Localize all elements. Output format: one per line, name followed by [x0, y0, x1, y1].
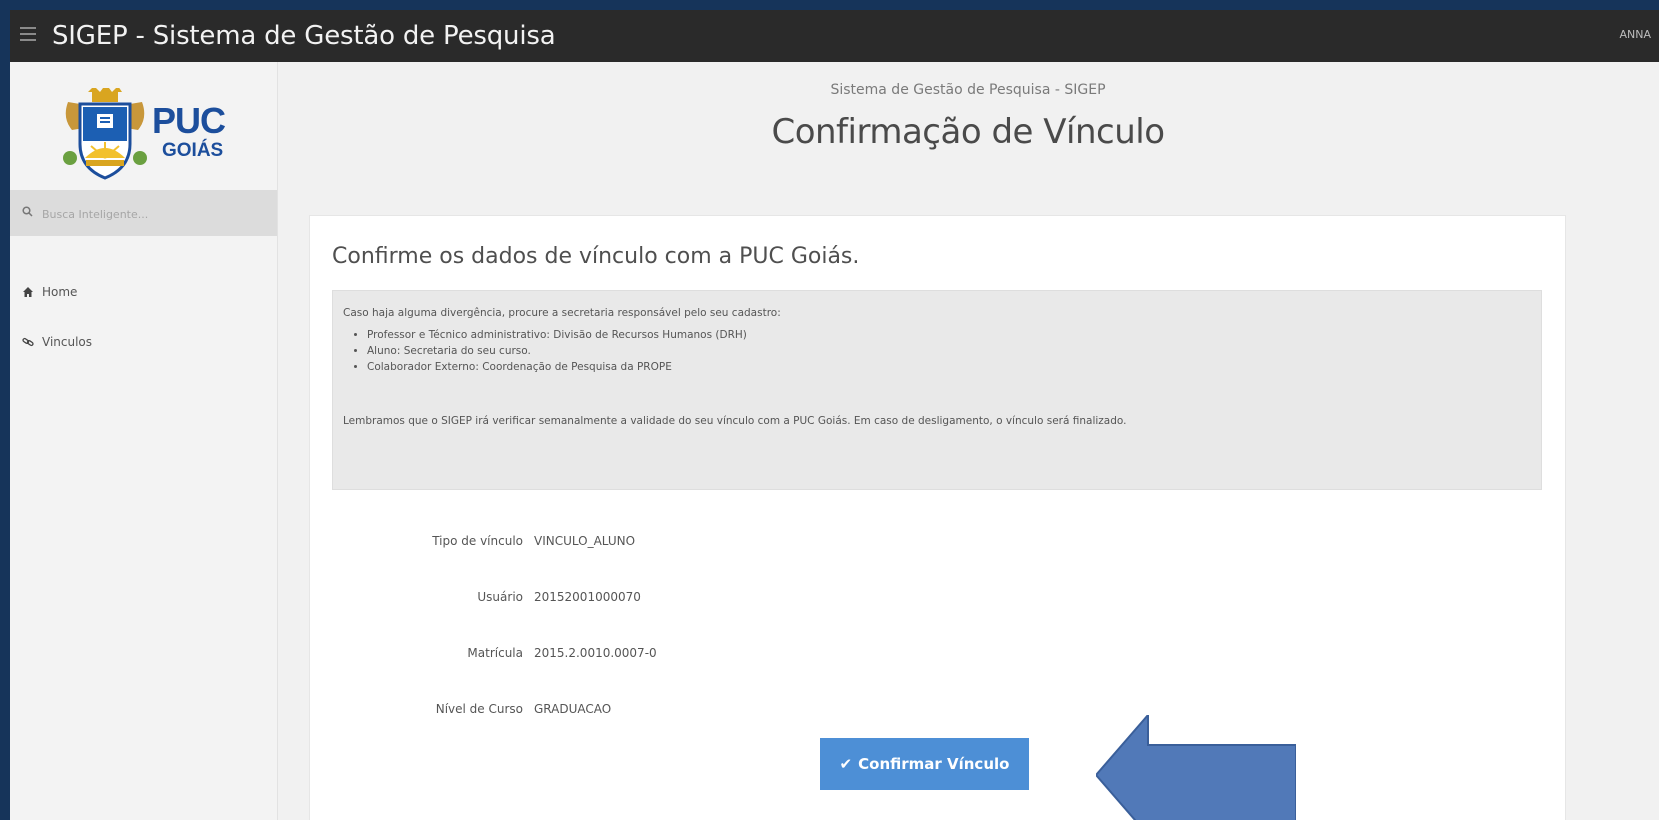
user-name[interactable]: ANNA: [1619, 28, 1651, 41]
panel-heading: Confirme os dados de vínculo com a PUC G…: [332, 244, 860, 269]
notice-intro: Caso haja alguma divergência, procure a …: [343, 307, 781, 319]
field-label: Usuário: [477, 590, 523, 604]
field-value: VINCULO_ALUNO: [534, 534, 636, 548]
confirm-link-button[interactable]: ✔ Confirmar Vínculo: [820, 738, 1029, 790]
app-window: SIGEP - Sistema de Gestão de Pesquisa AN…: [10, 10, 1659, 820]
list-item: Professor e Técnico administrativo: Divi…: [367, 327, 747, 343]
sidebar-item-label: Home: [42, 285, 78, 299]
hamburger-menu-icon[interactable]: [20, 27, 36, 41]
field-label: Matrícula: [467, 646, 523, 660]
list-item: Colaborador Externo: Coordenação de Pesq…: [367, 359, 747, 375]
list-item: Aluno: Secretaria do seu curso.: [367, 343, 747, 359]
top-navbar: SIGEP - Sistema de Gestão de Pesquisa AN…: [10, 10, 1659, 62]
smart-search: [10, 190, 277, 236]
crest-icon: [63, 88, 147, 180]
sidebar-item-label: Vinculos: [42, 335, 93, 349]
field-matricula: Matrícula 2015.2.0010.0007-0: [310, 644, 1110, 664]
logo-text-goias: GOIÁS: [162, 140, 224, 161]
notice-list: Professor e Técnico administrativo: Divi…: [349, 327, 747, 375]
field-tipo-vinculo: Tipo de vínculo VINCULO_ALUNO: [310, 532, 1110, 552]
field-nivel-curso: Nível de Curso GRADUACAO: [310, 700, 1110, 720]
field-value: 2015.2.0010.0007-0: [534, 646, 657, 660]
link-icon: [22, 337, 34, 347]
main-content: Sistema de Gestão de Pesquisa - SIGEP Co…: [277, 62, 1659, 820]
page-subtitle: Sistema de Gestão de Pesquisa - SIGEP: [830, 82, 1106, 98]
sidebar: PUC GOIÁS Home Vinculos: [10, 62, 278, 820]
field-usuario: Usuário 20152001000070: [310, 588, 1110, 608]
puc-goias-logo[interactable]: PUC GOIÁS: [58, 88, 238, 183]
field-label: Nível de Curso: [435, 702, 523, 716]
app-title: SIGEP - Sistema de Gestão de Pesquisa: [52, 21, 556, 51]
confirm-button-label: Confirmar Vínculo: [858, 755, 1010, 773]
home-icon: [23, 287, 33, 297]
check-icon: ✔: [839, 755, 853, 773]
search-icon: [22, 206, 33, 217]
field-label: Tipo de vínculo: [432, 534, 523, 548]
logo-text-puc: PUC: [152, 100, 226, 141]
left-arrow-annotation-icon: [1096, 715, 1296, 820]
sidebar-item-vinculos[interactable]: Vinculos: [10, 328, 277, 358]
field-value: GRADUACAO: [534, 702, 612, 716]
sidebar-item-home[interactable]: Home: [10, 278, 277, 308]
info-notice: Caso haja alguma divergência, procure a …: [332, 290, 1542, 490]
page-title: Confirmação de Vínculo: [771, 112, 1165, 152]
notice-outro: Lembramos que o SIGEP irá verificar sema…: [343, 415, 1127, 427]
search-input[interactable]: [40, 202, 264, 226]
confirmation-panel: Confirme os dados de vínculo com a PUC G…: [309, 215, 1566, 820]
field-value: 20152001000070: [534, 590, 641, 604]
